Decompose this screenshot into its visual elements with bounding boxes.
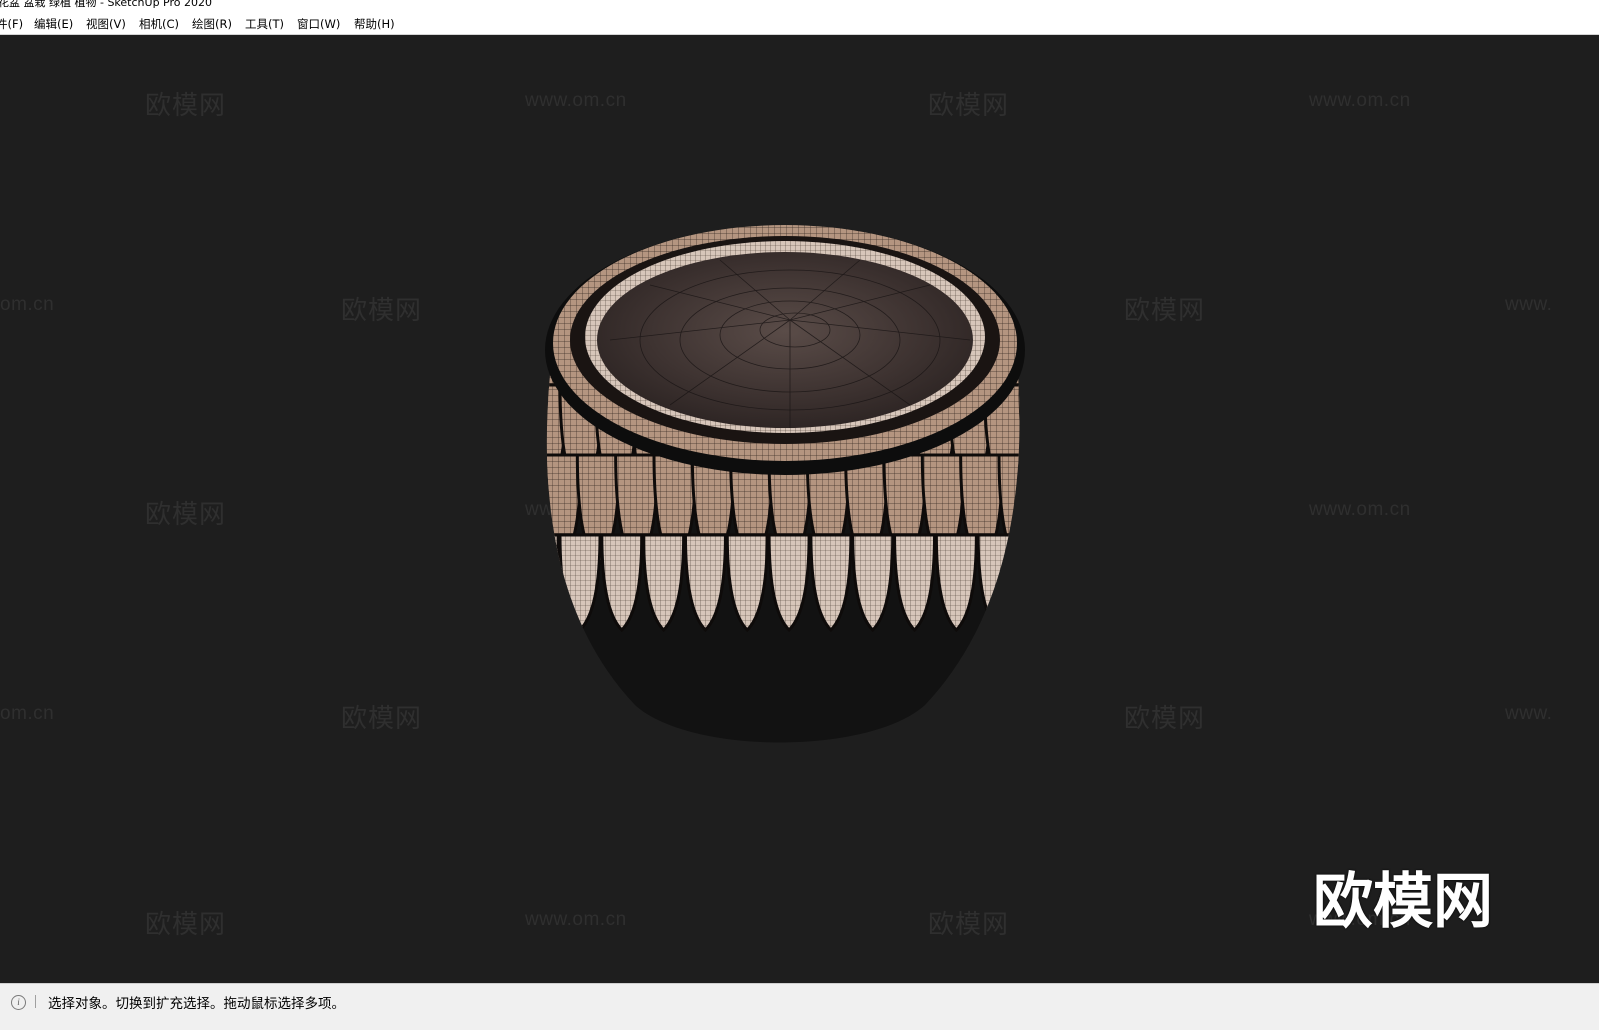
title-bar: 花盆 盆栽 绿植 植物 - SketchUp Pro 2020 — [0, 0, 1599, 11]
watermark-brand: 欧模网 — [928, 91, 1010, 121]
menu-bar: 件(F) 编辑(E) 视图(V) 相机(C) 绘图(R) 工具(T) 窗口(W)… — [0, 11, 1599, 35]
watermark-brand: 欧模网 — [928, 910, 1010, 940]
menu-window[interactable]: 窗口(W) — [297, 16, 340, 32]
model-viewport[interactable]: 欧模网 www.om.cn 欧模网 www.om.cn om.cn 欧模网 欧模… — [0, 35, 1599, 983]
scale-leaf — [546, 375, 548, 428]
watermark-url: www.om.cn — [1309, 499, 1411, 520]
menu-edit[interactable]: 编辑(E) — [34, 16, 73, 32]
menu-view[interactable]: 视图(V) — [86, 16, 126, 32]
watermark-url: om.cn — [0, 294, 55, 315]
watermark-brand: 欧模网 — [145, 910, 227, 940]
menu-tools[interactable]: 工具(T) — [245, 16, 284, 32]
watermark-brand: 欧模网 — [145, 500, 227, 530]
planter-model[interactable] — [540, 185, 1040, 765]
watermark-brand: 欧模网 — [1124, 704, 1206, 734]
menu-file[interactable]: 件(F) — [0, 16, 23, 32]
watermark-url: www. — [1505, 703, 1553, 724]
scale-leaf — [1018, 383, 1020, 498]
status-divider — [35, 995, 36, 1008]
scale-leaf — [546, 533, 560, 633]
status-bar: i 选择对象。切换到扩充选择。拖动鼠标选择多项。 — [0, 983, 1599, 1030]
scale-leaf — [976, 533, 1020, 633]
status-message: 选择对象。切换到扩充选择。拖动鼠标选择多项。 — [48, 996, 345, 1012]
watermark-brand: 欧模网 — [341, 704, 423, 734]
menu-draw[interactable]: 绘图(R) — [192, 16, 232, 32]
menu-camera[interactable]: 相机(C) — [139, 16, 179, 32]
watermark-url: www. — [1505, 294, 1553, 315]
scale-leaf — [540, 455, 543, 565]
watermark-logo: 欧模网 — [1313, 867, 1493, 937]
info-icon[interactable]: i — [11, 995, 26, 1010]
watermark-url: om.cn — [0, 703, 55, 724]
window-title: 花盆 盆栽 绿植 植物 - SketchUp Pro 2020 — [0, 0, 212, 9]
scale-leaf — [1018, 533, 1020, 633]
watermark-brand: 欧模网 — [1124, 296, 1206, 326]
watermark-brand: 欧模网 — [145, 91, 227, 121]
menu-help[interactable]: 帮助(H) — [354, 16, 395, 32]
watermark-url: www.om.cn — [525, 90, 627, 111]
watermark-brand: 欧模网 — [341, 296, 423, 326]
watermark-url: www.om.cn — [525, 909, 627, 930]
watermark-url: www.om.cn — [1309, 90, 1411, 111]
